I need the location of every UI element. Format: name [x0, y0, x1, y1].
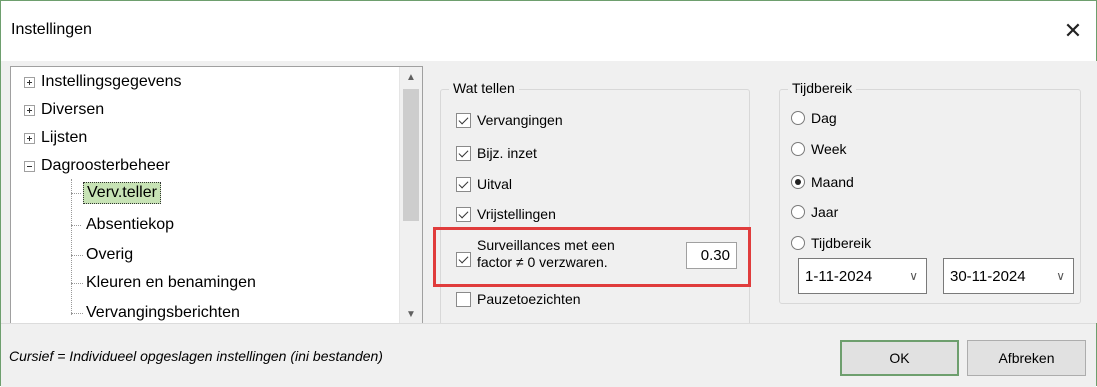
- tree-item-label: Verv.teller: [83, 182, 161, 204]
- tree-item-kleuren-en-benamingen[interactable]: Kleuren en benamingen: [86, 270, 256, 296]
- radio-maand[interactable]: [791, 175, 805, 189]
- vervangingen-label: Vervangingen: [477, 112, 563, 128]
- vrijstellingen-checkbox-row[interactable]: Vrijstellingen: [456, 206, 556, 222]
- cancel-button[interactable]: Afbreken: [967, 340, 1086, 376]
- tree-item-label: Kleuren en benamingen: [86, 274, 256, 291]
- tree-item-dagroosterbeheer[interactable]: Dagroosterbeheer: [24, 153, 170, 179]
- chevron-down-icon[interactable]: ∨: [1056, 269, 1065, 283]
- to-date-value: 30-11-2024: [950, 267, 1026, 285]
- settings-dialog: Instellingen ✕ Instellingsgegevens Diver…: [0, 0, 1097, 387]
- close-icon[interactable]: ✕: [1050, 11, 1096, 51]
- tijdbereik-legend: Tijdbereik: [788, 80, 857, 96]
- tree-connector: [71, 255, 83, 256]
- surveillances-label: Surveillances met een factor ≠ 0 verzwar…: [477, 237, 615, 271]
- tree-item-label: Dagroosterbeheer: [41, 157, 170, 174]
- expand-icon[interactable]: [24, 104, 35, 116]
- settings-tree[interactable]: Instellingsgegevens Diversen Lijsten Dag…: [10, 66, 423, 325]
- tree-scrollbar[interactable]: ▲ ▼: [399, 67, 422, 324]
- tree-item-absentiekop[interactable]: Absentiekop: [86, 212, 174, 238]
- radio-jaar[interactable]: [791, 205, 805, 219]
- bijz-inzet-checkbox[interactable]: [456, 145, 471, 161]
- radio-maand-row[interactable]: Maand: [791, 174, 854, 190]
- tree-connector: [71, 225, 81, 226]
- radio-tijdbereik-label: Tijdbereik: [811, 235, 872, 251]
- bijz-inzet-label: Bijz. inzet: [477, 145, 537, 161]
- tree-item-label: Diversen: [41, 101, 105, 118]
- surveillances-label-line1: Surveillances met een: [477, 237, 615, 253]
- tree-item-label: Instellingsgegevens: [41, 73, 182, 90]
- radio-week-label: Week: [811, 141, 847, 157]
- bijz-inzet-checkbox-row[interactable]: Bijz. inzet: [456, 145, 537, 161]
- radio-tijdbereik-row[interactable]: Tijdbereik: [791, 235, 871, 251]
- vrijstellingen-checkbox[interactable]: [456, 206, 471, 222]
- window-title: Instellingen: [11, 21, 92, 38]
- tree-item-instellingsgegevens[interactable]: Instellingsgegevens: [24, 69, 182, 95]
- vervangingen-checkbox-row[interactable]: Vervangingen: [456, 112, 563, 128]
- surveillances-label-line2: factor ≠ 0 verzwaren.: [477, 254, 608, 270]
- wat-tellen-legend: Wat tellen: [449, 80, 519, 96]
- footer-note: Cursief = Individueel opgeslagen instell…: [9, 348, 383, 364]
- scroll-thumb[interactable]: [403, 89, 419, 221]
- ok-button[interactable]: OK: [840, 340, 959, 376]
- uitval-checkbox-row[interactable]: Uitval: [456, 176, 512, 192]
- tree-item-overig[interactable]: Overig: [86, 242, 133, 268]
- radio-week-row[interactable]: Week: [791, 141, 847, 157]
- tree-item-label: Lijsten: [41, 129, 88, 146]
- radio-jaar-label: Jaar: [811, 204, 839, 220]
- tree-connector: [71, 283, 83, 284]
- tree-connector: [71, 313, 83, 314]
- radio-jaar-row[interactable]: Jaar: [791, 204, 838, 220]
- pauzetoezichten-checkbox[interactable]: [456, 291, 471, 307]
- factor-input[interactable]: 0.30: [686, 242, 737, 269]
- surveillances-checkbox-row[interactable]: Surveillances met een factor ≠ 0 verzwar…: [456, 237, 615, 271]
- radio-tijdbereik[interactable]: [791, 236, 805, 250]
- tree-item-label: Vervangingsberichten: [86, 304, 240, 321]
- radio-dag-label: Dag: [811, 110, 837, 126]
- tree-item-verv-teller[interactable]: Verv.teller: [83, 180, 161, 206]
- radio-maand-label: Maand: [811, 174, 854, 190]
- tree-item-label: Overig: [86, 246, 134, 263]
- tree-connector: [71, 193, 81, 194]
- dialog-footer: Cursief = Individueel opgeslagen instell…: [1, 323, 1096, 387]
- tree-item-diversen[interactable]: Diversen: [24, 97, 104, 123]
- tree-connector: [71, 179, 72, 315]
- vervangingen-checkbox[interactable]: [456, 112, 471, 128]
- collapse-icon[interactable]: [24, 160, 35, 172]
- surveillances-checkbox[interactable]: [456, 252, 471, 267]
- pauzetoezichten-checkbox-row[interactable]: Pauzetoezichten: [456, 291, 581, 307]
- radio-week[interactable]: [791, 142, 805, 156]
- pauzetoezichten-label: Pauzetoezichten: [477, 291, 581, 307]
- tree-item-label: Absentiekop: [86, 216, 175, 233]
- tree-item-vervangingsberichten[interactable]: Vervangingsberichten: [86, 300, 240, 324]
- uitval-label: Uitval: [477, 176, 513, 192]
- scroll-up-icon[interactable]: ▲: [400, 67, 422, 87]
- expand-icon[interactable]: [24, 76, 35, 88]
- expand-icon[interactable]: [24, 132, 35, 144]
- scroll-down-icon[interactable]: ▼: [400, 304, 422, 324]
- from-date-picker[interactable]: 1-11-2024 ∨: [798, 258, 927, 294]
- radio-dag[interactable]: [791, 111, 805, 125]
- uitval-checkbox[interactable]: [456, 176, 471, 192]
- title-bar: Instellingen ✕: [1, 1, 1096, 61]
- settings-panel: Wat tellen Vervangingen Bijz. inzet Uitv…: [423, 61, 1097, 329]
- main-area: Instellingsgegevens Diversen Lijsten Dag…: [1, 61, 1097, 329]
- tree-item-lijsten[interactable]: Lijsten: [24, 125, 87, 151]
- to-date-picker[interactable]: 30-11-2024 ∨: [943, 258, 1074, 294]
- chevron-down-icon[interactable]: ∨: [909, 269, 918, 283]
- vrijstellingen-label: Vrijstellingen: [477, 206, 556, 222]
- from-date-value: 1-11-2024: [805, 267, 873, 285]
- radio-dag-row[interactable]: Dag: [791, 110, 837, 126]
